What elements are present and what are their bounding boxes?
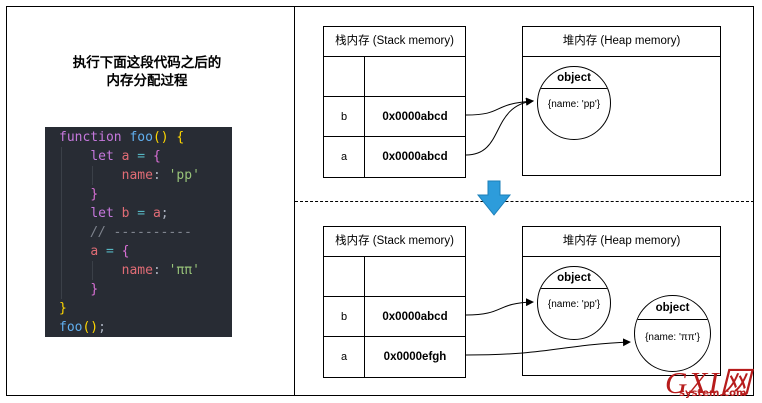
connectors [465, 97, 631, 356]
watermark-logo: GXI网 system.com [663, 360, 761, 402]
down-arrow-icon [476, 180, 512, 216]
watermark-small: system.com [679, 388, 747, 399]
pointer-a-bottom [465, 338, 631, 356]
pointer-b-bottom [465, 298, 534, 316]
pointer-a-top [465, 97, 534, 156]
